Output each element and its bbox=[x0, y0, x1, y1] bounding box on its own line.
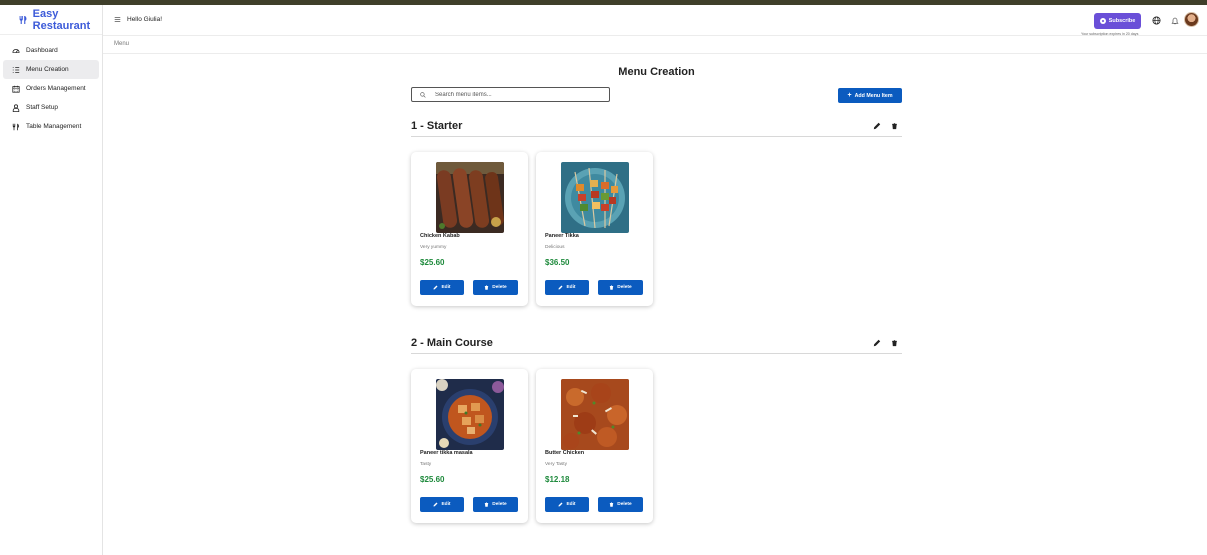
calendar-icon bbox=[12, 85, 20, 93]
item-description: Very yummy bbox=[420, 245, 447, 250]
sidebar-item-menu-creation[interactable]: Menu Creation bbox=[3, 60, 99, 79]
fork-knife-icon bbox=[19, 15, 27, 24]
trash-icon bbox=[610, 285, 614, 290]
sidebar-item-dashboard[interactable]: Dashboard bbox=[3, 41, 99, 60]
pencil-icon bbox=[558, 502, 563, 507]
item-price: $25.60 bbox=[420, 475, 445, 484]
subscription-note: Your subscription expires in 20 days bbox=[1081, 32, 1139, 36]
greeting-area: Hello Giulia! bbox=[114, 16, 162, 23]
delete-section-icon[interactable] bbox=[891, 339, 898, 347]
menu-item-card[interactable]: Paneer tikka masala Tasty $25.60 Edit De… bbox=[411, 369, 528, 523]
pencil-icon bbox=[433, 285, 438, 290]
brand-logo[interactable]: Easy Restaurant bbox=[0, 5, 102, 35]
menu-item-card[interactable]: Paneer Tikka Delicious $36.50 Edit Delet… bbox=[536, 152, 653, 306]
item-image-chicken-kabab bbox=[436, 162, 504, 233]
breadcrumb: Menu bbox=[103, 37, 1207, 54]
edit-button[interactable]: Edit bbox=[420, 497, 464, 512]
greeting-text: Hello Giulia! bbox=[127, 16, 163, 23]
plus-icon: + bbox=[847, 92, 852, 99]
edit-label: Edit bbox=[441, 285, 451, 290]
sidebar-item-staff-setup[interactable]: Staff Setup bbox=[3, 98, 99, 117]
subscribe-icon bbox=[1099, 18, 1106, 24]
page-title: Menu Creation bbox=[618, 66, 695, 78]
subscribe-label: Subscribe bbox=[1108, 18, 1136, 24]
delete-section-icon[interactable] bbox=[891, 122, 898, 130]
globe-icon[interactable] bbox=[1152, 16, 1161, 25]
item-image-paneer-tikka bbox=[561, 162, 629, 233]
item-image-paneer-tikka-masala bbox=[436, 379, 504, 450]
top-bar: Hello Giulia! Subscribe Your subscriptio… bbox=[103, 5, 1207, 36]
app-name: Easy Restaurant bbox=[32, 7, 91, 32]
pencil-icon bbox=[558, 285, 563, 290]
pencil-icon bbox=[433, 502, 438, 507]
delete-label: Delete bbox=[492, 502, 507, 507]
subscribe-button[interactable]: Subscribe bbox=[1094, 13, 1141, 29]
item-price: $12.18 bbox=[545, 475, 570, 484]
edit-button[interactable]: Edit bbox=[545, 497, 589, 512]
edit-label: Edit bbox=[566, 502, 576, 507]
dashboard-icon bbox=[12, 48, 20, 53]
sidebar-nav: Dashboard Menu Creation Orders Managemen… bbox=[0, 35, 102, 136]
search-input[interactable] bbox=[435, 91, 595, 98]
edit-label: Edit bbox=[566, 285, 576, 290]
sidebar-item-label: Menu Creation bbox=[26, 66, 69, 73]
sidebar-item-table-management[interactable]: Table Management bbox=[3, 117, 99, 136]
edit-button[interactable]: Edit bbox=[545, 280, 589, 295]
sidebar-item-orders-management[interactable]: Orders Management bbox=[3, 79, 99, 98]
edit-section-icon[interactable] bbox=[873, 122, 881, 130]
item-price: $36.50 bbox=[545, 258, 570, 267]
sidebar-item-label: Dashboard bbox=[26, 47, 58, 54]
item-image-butter-chicken bbox=[561, 379, 629, 450]
menu-item-card[interactable]: Butter Chicken Very Tasty $12.18 Edit De… bbox=[536, 369, 653, 523]
section-title: 2 - Main Course bbox=[411, 337, 493, 349]
delete-button[interactable]: Delete bbox=[473, 280, 518, 295]
edit-section-icon[interactable] bbox=[873, 339, 881, 347]
add-menu-item-label: Add Menu Item bbox=[854, 92, 893, 99]
person-icon bbox=[12, 103, 20, 112]
menu-toggle-icon[interactable] bbox=[114, 16, 121, 23]
search-icon bbox=[420, 91, 426, 98]
delete-label: Delete bbox=[617, 285, 632, 290]
item-description: Delicious bbox=[545, 245, 565, 250]
section-title: 1 - Starter bbox=[411, 120, 463, 132]
sidebar-item-label: Orders Management bbox=[26, 85, 86, 92]
sidebar: Easy Restaurant Dashboard Menu Creation … bbox=[0, 5, 103, 555]
item-name: Butter Chicken bbox=[545, 450, 585, 456]
item-price: $25.60 bbox=[420, 258, 445, 267]
menu-item-card[interactable]: Chicken Kabab Very yummy $25.60 Edit Del… bbox=[411, 152, 528, 306]
item-description: Very Tasty bbox=[545, 462, 568, 467]
edit-button[interactable]: Edit bbox=[420, 280, 464, 295]
delete-button[interactable]: Delete bbox=[598, 280, 643, 295]
bell-icon[interactable] bbox=[1171, 16, 1179, 25]
item-name: Paneer Tikka bbox=[545, 233, 579, 239]
trash-icon bbox=[485, 285, 489, 290]
delete-label: Delete bbox=[492, 285, 507, 290]
list-icon bbox=[12, 66, 20, 73]
delete-button[interactable]: Delete bbox=[473, 497, 518, 512]
edit-label: Edit bbox=[441, 502, 451, 507]
sidebar-item-label: Staff Setup bbox=[26, 104, 59, 111]
delete-button[interactable]: Delete bbox=[598, 497, 643, 512]
delete-label: Delete bbox=[617, 502, 632, 507]
restaurant-icon bbox=[12, 123, 19, 130]
item-name: Chicken Kabab bbox=[420, 233, 460, 239]
avatar[interactable] bbox=[1184, 12, 1199, 27]
section-header-main-course: 2 - Main Course bbox=[411, 337, 902, 354]
trash-icon bbox=[485, 502, 489, 507]
item-name: Paneer tikka masala bbox=[420, 450, 473, 456]
sidebar-item-label: Table Management bbox=[26, 123, 82, 130]
item-description: Tasty bbox=[420, 462, 432, 467]
search-box bbox=[411, 87, 610, 102]
trash-icon bbox=[610, 502, 614, 507]
section-header-starter: 1 - Starter bbox=[411, 120, 902, 137]
add-menu-item-button[interactable]: + Add Menu Item bbox=[838, 88, 902, 103]
